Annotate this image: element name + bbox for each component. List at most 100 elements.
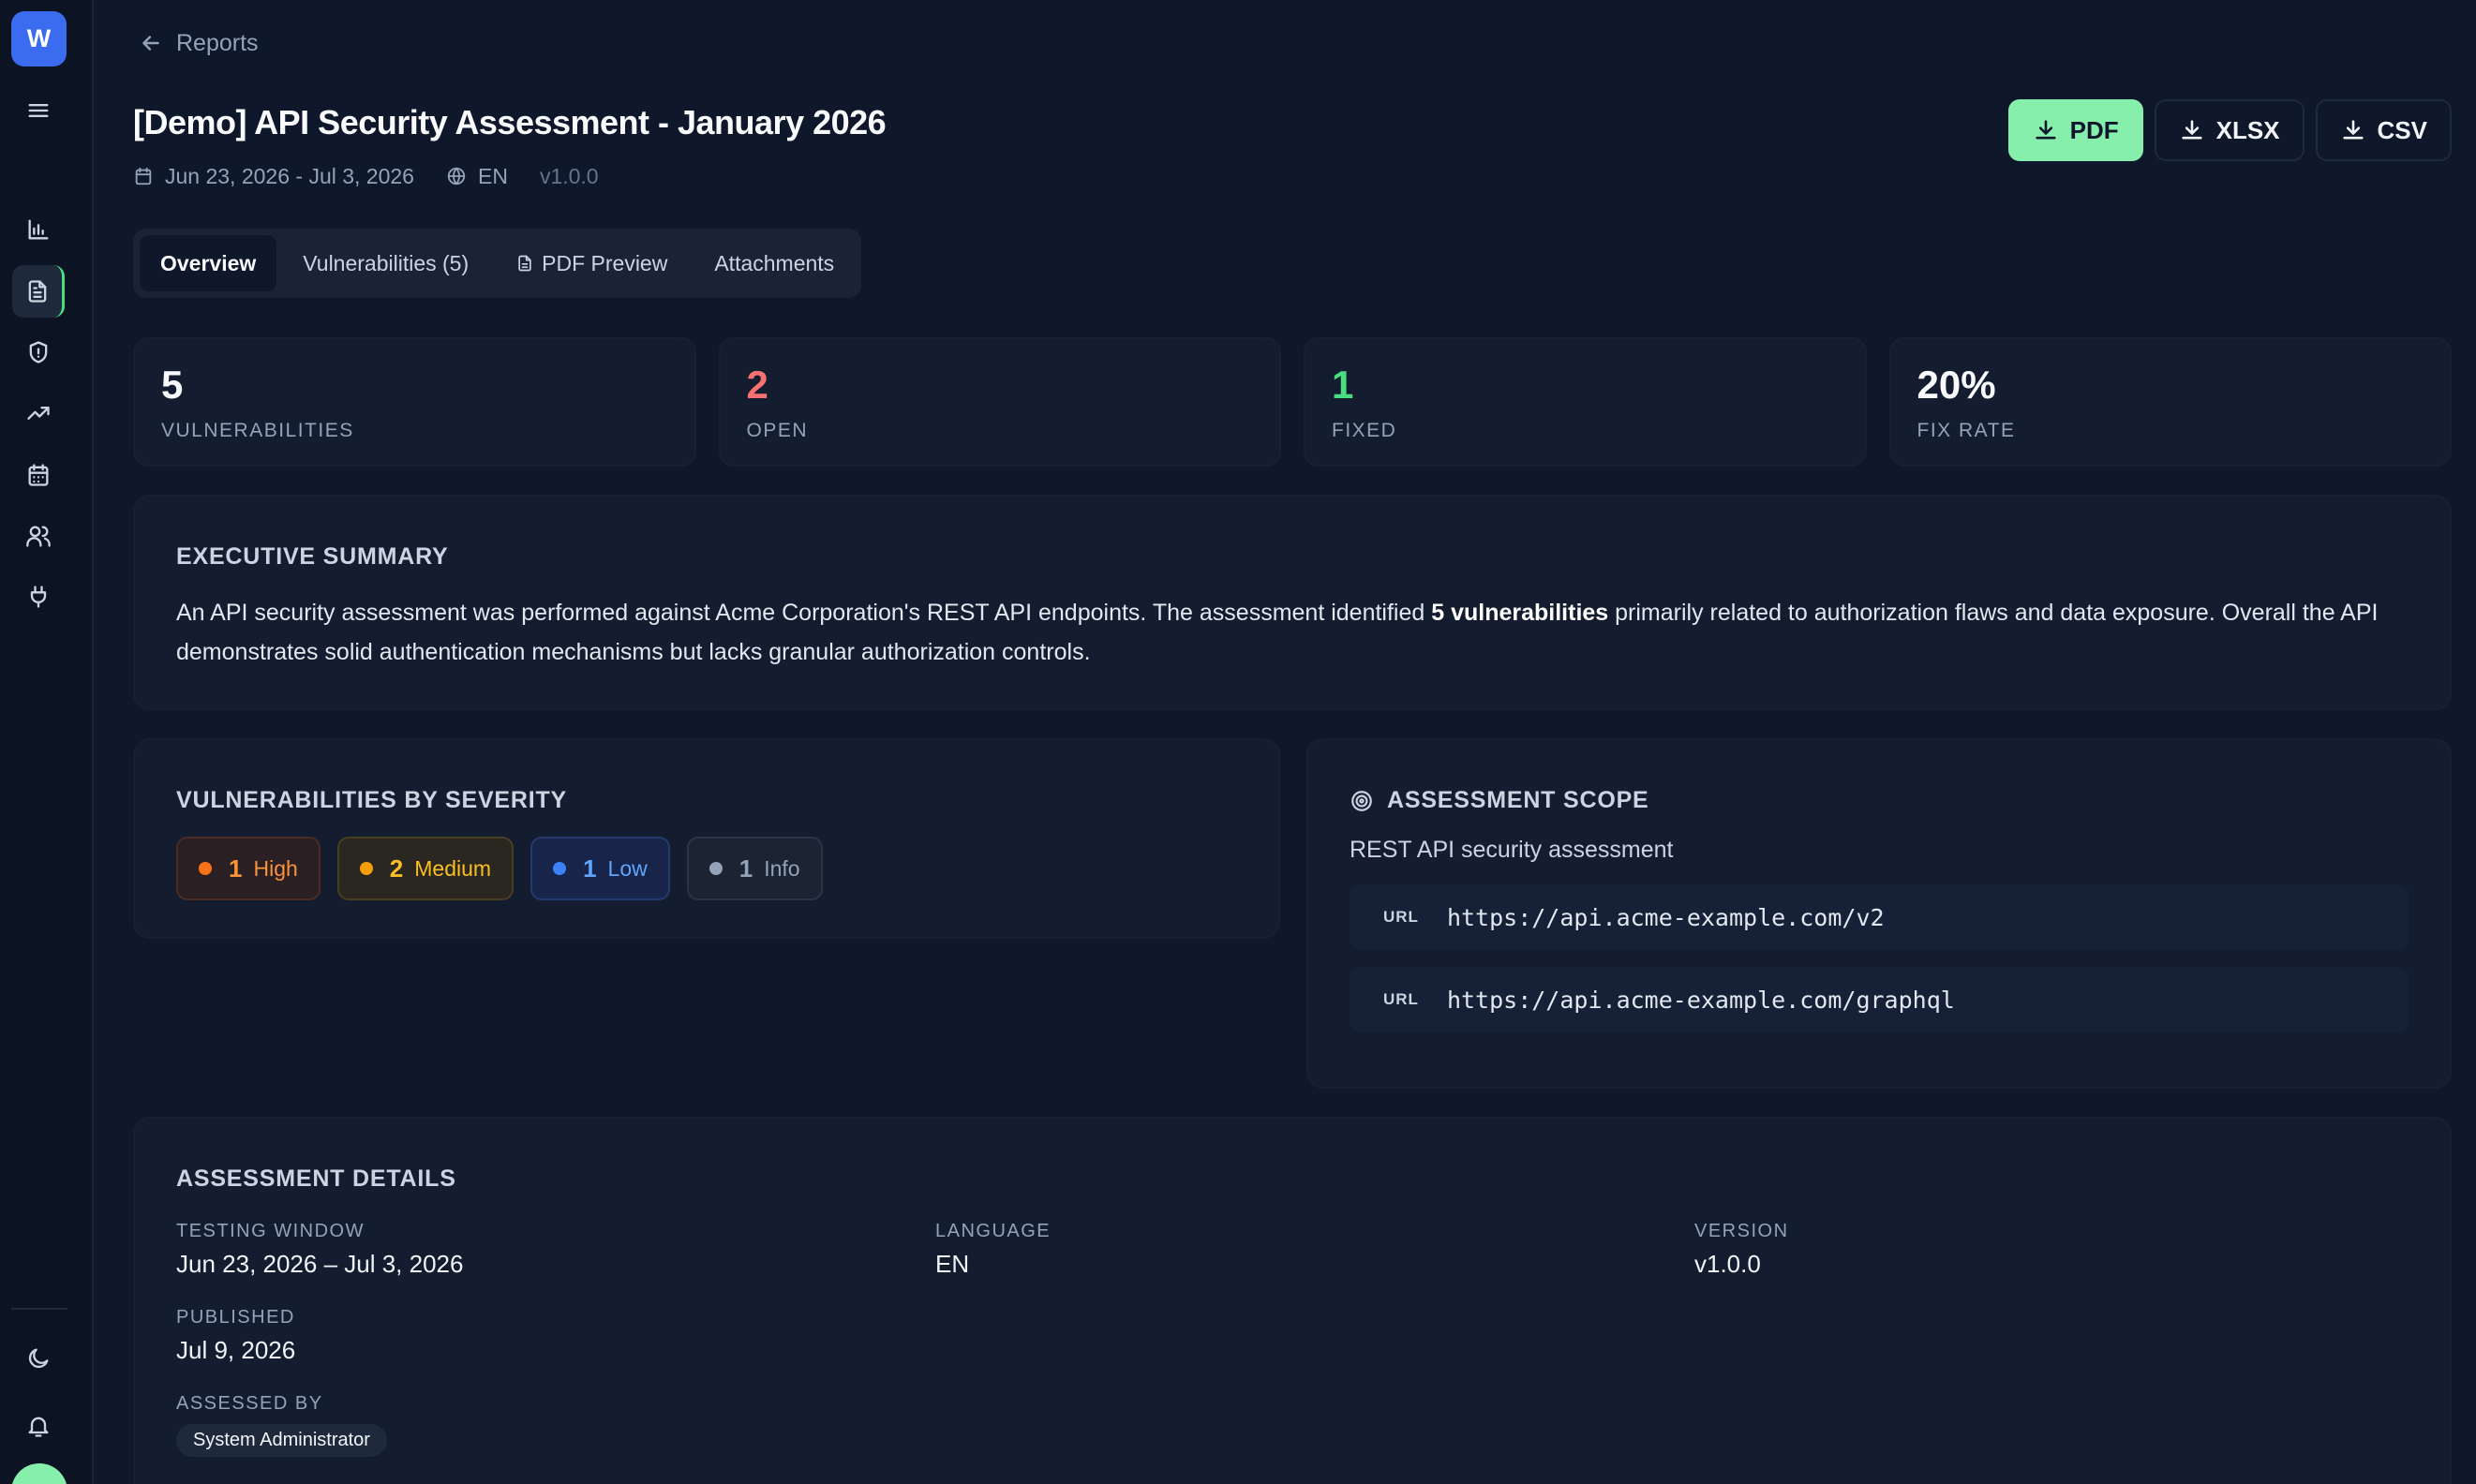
details-grid: TESTING WINDOW Jun 23, 2026 – Jul 3, 202… — [176, 1221, 2409, 1457]
stat-value: 20% — [1917, 363, 1996, 407]
sidebar-divider — [11, 1308, 67, 1310]
report-tabs: Overview Vulnerabilities (5) PDF Preview… — [133, 229, 862, 298]
severity-label: Medium — [414, 855, 492, 881]
stat-value: 2 — [746, 363, 768, 407]
severity-pill-medium[interactable]: 2 Medium — [336, 837, 515, 900]
details-heading: ASSESSMENT DETAILS — [176, 1165, 456, 1192]
version-label: v1.0.0 — [539, 163, 599, 188]
scope-heading-text: ASSESSMENT SCOPE — [1387, 787, 1649, 813]
page-title: [Demo] API Security Assessment - January… — [133, 103, 887, 141]
executive-summary-text: An API security assessment was performed… — [176, 593, 2409, 672]
severity-count: 2 — [389, 853, 404, 883]
detail-value: Jul 9, 2026 — [176, 1336, 296, 1364]
detail-label: LANGUAGE — [935, 1221, 1052, 1241]
detail-label: ASSESSED BY — [176, 1393, 323, 1414]
detail-value: EN — [935, 1250, 970, 1278]
plug-icon[interactable] — [12, 571, 65, 623]
stat-label: FIX RATE — [1917, 420, 2016, 441]
breadcrumb-label: Reports — [176, 29, 259, 56]
bar-chart-icon[interactable] — [12, 203, 65, 256]
severity-pill-info[interactable]: 1 Info — [686, 837, 823, 900]
severity-heading: VULNERABILITIES BY SEVERITY — [176, 787, 568, 813]
users-icon[interactable] — [12, 510, 65, 562]
calendar-icon[interactable] — [12, 449, 65, 501]
severity-count: 1 — [229, 853, 243, 883]
stat-fixed: 1 FIXED — [1304, 337, 1867, 467]
severity-label: High — [253, 855, 298, 881]
stats-row: 5 VULNERABILITIES 2 OPEN 1 FIXED 20% FIX… — [133, 337, 2452, 467]
target-type-tag: URL — [1383, 908, 1419, 926]
workspace-logo[interactable]: W — [11, 11, 67, 67]
arrow-left-icon — [142, 36, 159, 51]
user-avatar[interactable] — [11, 1463, 67, 1484]
date-range: Jun 23, 2026 - Jul 3, 2026 — [165, 163, 414, 188]
stat-fix-rate: 20% FIX RATE — [1888, 337, 2452, 467]
scope-target-row[interactable]: URL https://api.acme-example.com/v2 — [1350, 884, 2409, 950]
stat-label: OPEN — [746, 420, 809, 441]
main-content: Reports [Demo] API Security Assessment -… — [94, 0, 2476, 1484]
detail-assessed-by: ASSESSED BY System Administrator — [176, 1393, 935, 1457]
download-icon — [2342, 120, 2364, 140]
export-pdf-button[interactable]: PDF — [2007, 99, 2143, 161]
severity-pills: 1 High 2 Medium 1 Low 1 Info — [176, 837, 1237, 900]
severity-count: 1 — [583, 853, 597, 883]
severity-pill-high[interactable]: 1 High — [176, 837, 321, 900]
detail-language: LANGUAGE EN — [935, 1221, 1694, 1279]
detail-label: PUBLISHED — [176, 1307, 295, 1328]
scope-description: REST API security assessment — [1350, 837, 1674, 863]
executive-summary-heading: EXECUTIVE SUMMARY — [176, 543, 449, 570]
stat-open: 2 OPEN — [718, 337, 1281, 467]
trending-up-icon[interactable] — [12, 387, 65, 439]
summary-text-bold: 5 vulnerabilities — [1431, 600, 1609, 626]
download-icon — [2181, 120, 2202, 140]
export-csv-button[interactable]: CSV — [2315, 99, 2452, 161]
severity-label: Low — [607, 855, 648, 881]
detail-value: Jun 23, 2026 – Jul 3, 2026 — [176, 1250, 464, 1278]
status-dot — [199, 862, 212, 875]
tab-vulnerabilities[interactable]: Vulnerabilities (5) — [282, 235, 489, 291]
globe-icon — [447, 167, 466, 186]
scope-target-row[interactable]: URL https://api.acme-example.com/graphql — [1350, 967, 2409, 1032]
target-url: https://api.acme-example.com/v2 — [1446, 903, 1885, 931]
detail-testing-window: TESTING WINDOW Jun 23, 2026 – Jul 3, 202… — [176, 1221, 935, 1279]
shield-icon[interactable] — [12, 326, 65, 378]
detail-value: v1.0.0 — [1694, 1250, 1761, 1278]
export-buttons: PDF XLSX CSV — [2007, 99, 2452, 161]
report-meta: Jun 23, 2026 - Jul 3, 2026 EN v1.0.0 — [133, 159, 599, 193]
menu-icon[interactable] — [12, 84, 65, 137]
assessment-details-card: ASSESSMENT DETAILS TESTING WINDOW Jun 23… — [133, 1117, 2452, 1484]
stat-value: 1 — [1332, 363, 1354, 407]
detail-label: TESTING WINDOW — [176, 1221, 365, 1241]
file-text-icon[interactable] — [12, 265, 65, 318]
stat-label: VULNERABILITIES — [161, 420, 354, 441]
file-icon — [518, 255, 531, 272]
breadcrumb-back-link[interactable]: Reports — [139, 26, 259, 60]
tab-attachments[interactable]: Attachments — [694, 235, 855, 291]
export-csv-label: CSV — [2377, 115, 2427, 144]
export-xlsx-button[interactable]: XLSX — [2154, 99, 2304, 161]
target-url: https://api.acme-example.com/graphql — [1446, 986, 1955, 1014]
executive-summary-card: EXECUTIVE SUMMARY An API security assess… — [133, 495, 2452, 710]
status-dot — [553, 862, 567, 875]
moon-icon[interactable] — [12, 1332, 65, 1385]
tab-overview[interactable]: Overview — [140, 235, 277, 291]
assessment-scope-card: ASSESSMENT SCOPE REST API security asses… — [1306, 738, 2452, 1089]
stat-value: 5 — [161, 363, 184, 407]
download-icon — [2035, 120, 2056, 140]
stat-vulnerabilities: 5 VULNERABILITIES — [133, 337, 696, 467]
language-code: EN — [477, 163, 508, 188]
target-type-tag: URL — [1383, 990, 1419, 1008]
detail-published: PUBLISHED Jul 9, 2026 — [176, 1307, 935, 1365]
export-xlsx-label: XLSX — [2215, 115, 2280, 144]
tab-pdf-preview[interactable]: PDF Preview — [495, 235, 688, 291]
severity-count: 1 — [738, 853, 753, 883]
export-pdf-label: PDF — [2069, 115, 2119, 144]
detail-version: VERSION v1.0.0 — [1694, 1221, 2409, 1279]
scope-heading: ASSESSMENT SCOPE — [1350, 787, 2409, 814]
calendar-icon — [135, 167, 152, 186]
bell-icon[interactable] — [12, 1400, 65, 1452]
tab-pdf-preview-label: PDF Preview — [542, 250, 668, 275]
target-icon — [1351, 790, 1372, 811]
status-dot — [708, 862, 723, 875]
severity-pill-low[interactable]: 1 Low — [530, 837, 670, 900]
